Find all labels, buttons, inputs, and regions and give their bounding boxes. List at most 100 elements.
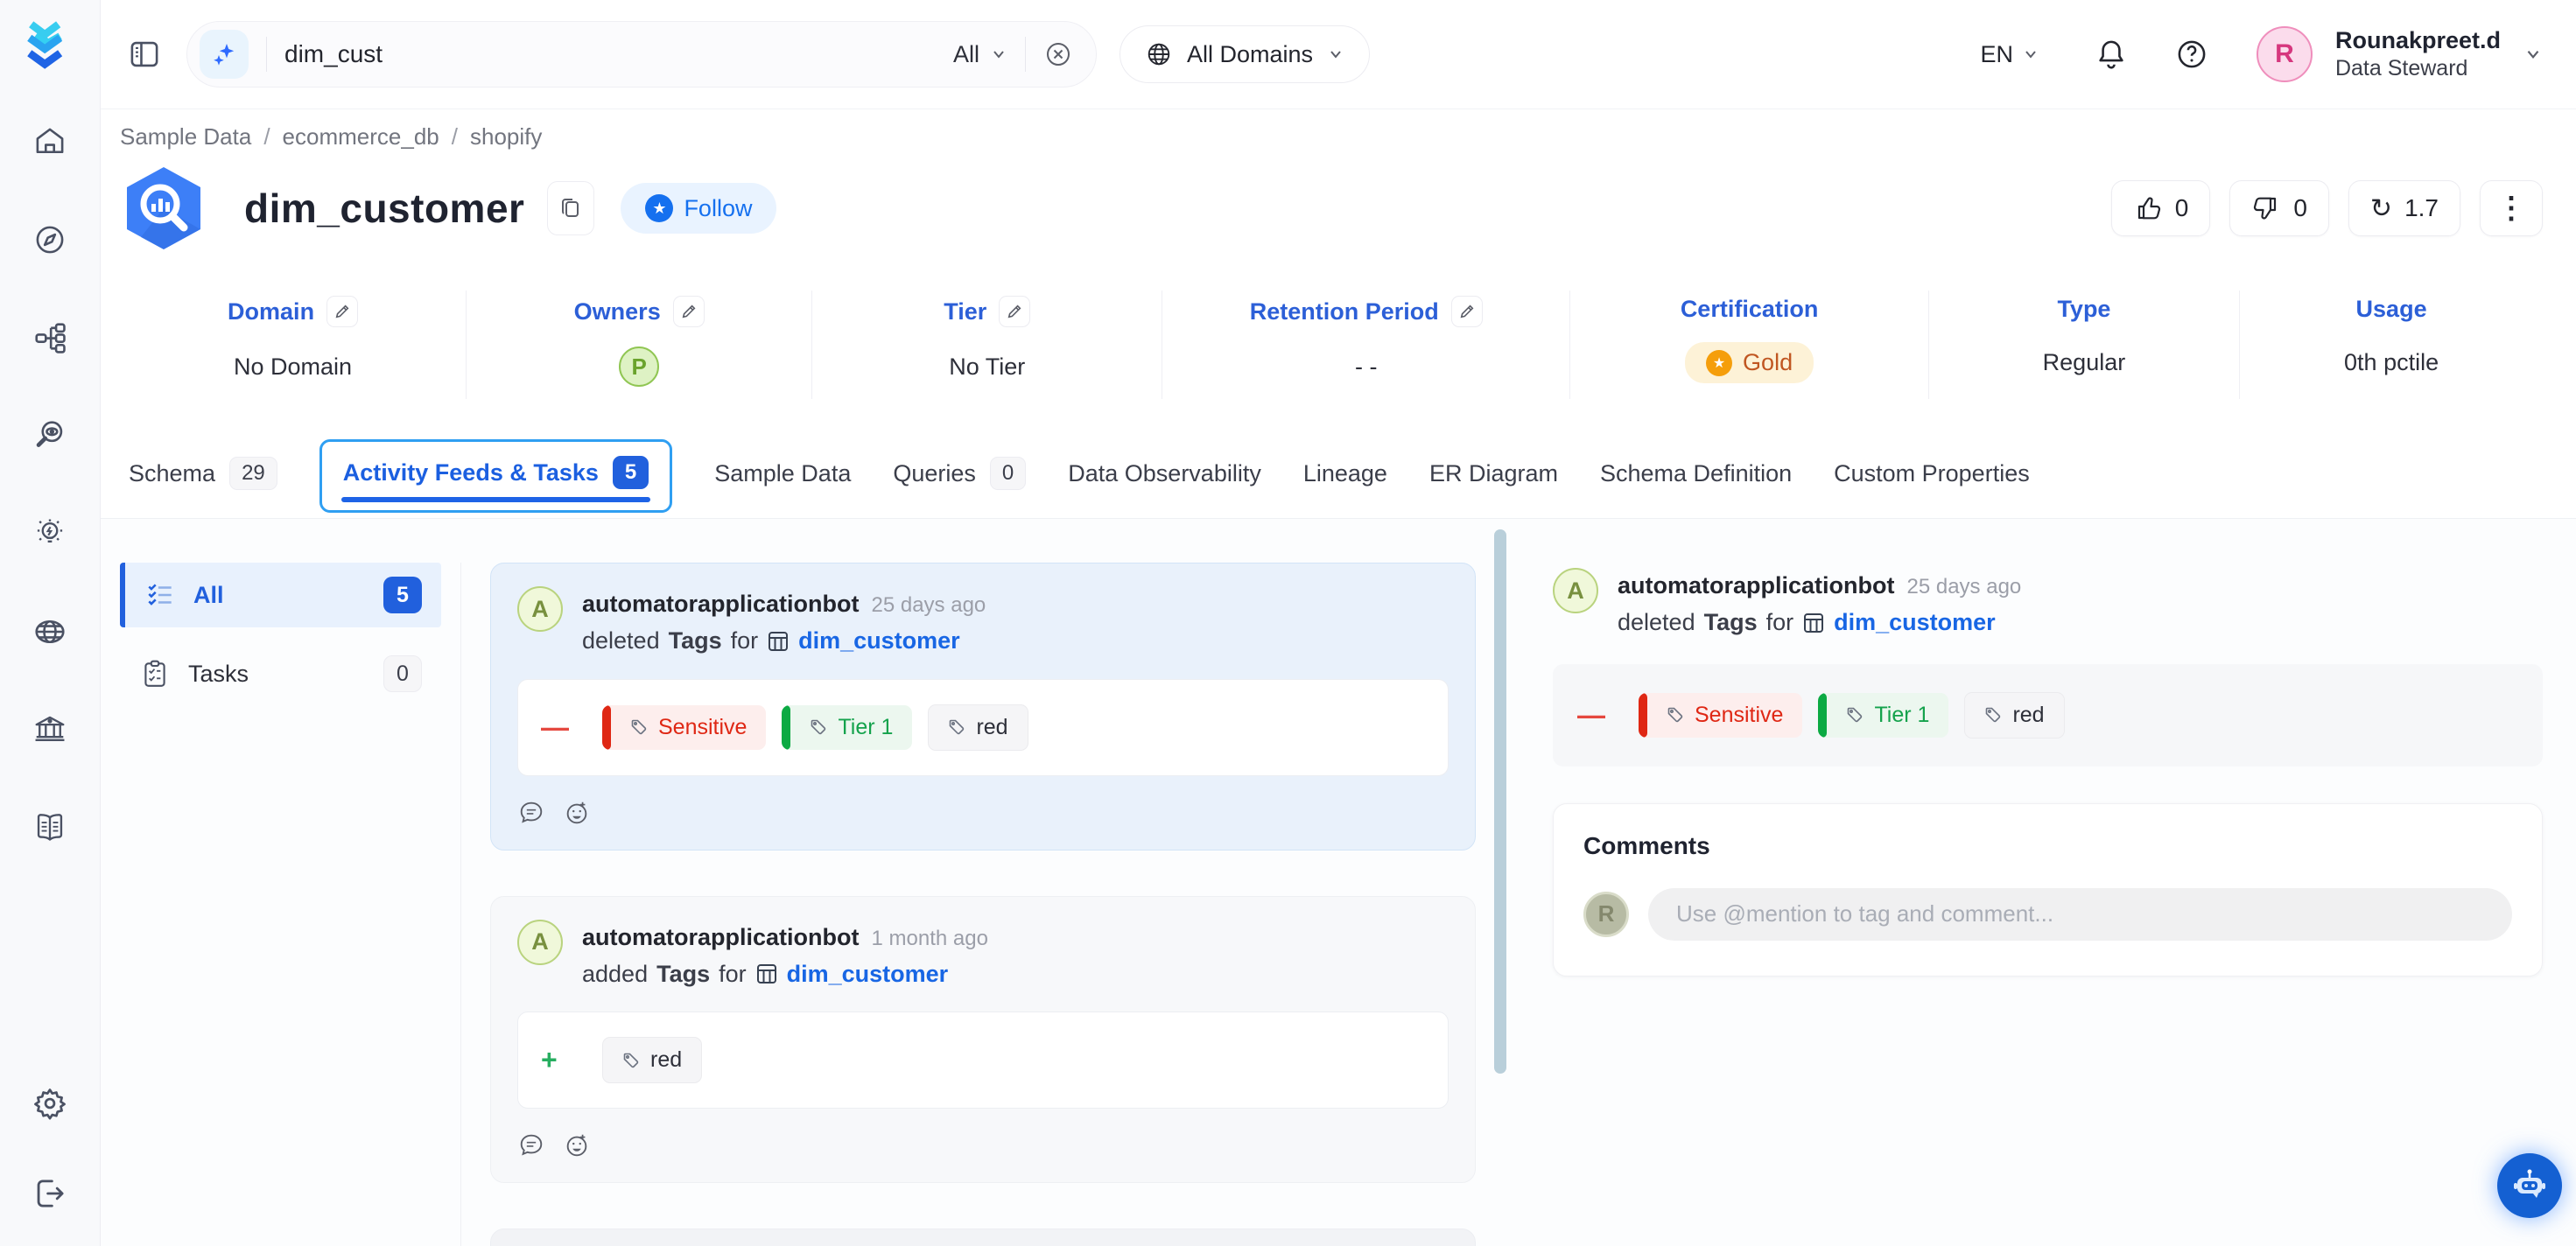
reply-icon[interactable] — [517, 799, 545, 827]
feed-card-added-tags[interactable]: A automatorapplicationbot1 month ago add… — [490, 896, 1476, 1184]
feed-card-deleted-tags[interactable]: A automatorapplicationbot25 days ago del… — [490, 563, 1476, 850]
upvote-button[interactable]: 0 — [2111, 180, 2211, 236]
comment-input[interactable] — [1648, 888, 2512, 941]
chatbot-button[interactable] — [2497, 1153, 2562, 1218]
version-history-icon: ↻ — [2370, 193, 2392, 224]
app-root: All All Domains EN — [0, 0, 2576, 1246]
downvote-button[interactable]: 0 — [2229, 180, 2329, 236]
certification-badge: ★ Gold — [1685, 342, 1814, 383]
logout-icon[interactable] — [32, 1176, 67, 1211]
help-icon[interactable] — [2174, 37, 2209, 72]
glossary-icon[interactable] — [32, 810, 67, 845]
settings-icon[interactable] — [32, 1085, 68, 1122]
feed-scrollbar[interactable] — [1494, 529, 1506, 1074]
add-reaction-icon[interactable] — [563, 799, 591, 827]
tag-chip-tier1[interactable]: Tier 1 — [782, 705, 912, 750]
owner-avatar[interactable]: P — [619, 346, 659, 387]
search-scope-dropdown[interactable]: All — [953, 41, 1007, 68]
filter-all[interactable]: All 5 — [120, 563, 441, 627]
removed-indicator: — — [541, 711, 579, 744]
table-icon — [1802, 612, 1825, 634]
copy-name-icon[interactable] — [547, 181, 594, 235]
clear-search-icon[interactable] — [1043, 39, 1073, 69]
user-info[interactable]: Rounakpreet.d Data Steward — [2335, 26, 2501, 83]
version-button[interactable]: ↻ 1.7 — [2348, 180, 2460, 236]
lineage-icon[interactable] — [32, 320, 67, 355]
tab-activity-feeds[interactable]: Activity Feeds & Tasks5 — [319, 439, 672, 513]
edit-owners-icon[interactable] — [673, 296, 705, 327]
removed-indicator: — — [1577, 699, 1616, 732]
all-domains-dropdown[interactable]: All Domains — [1120, 25, 1370, 83]
page-title: dim_customer — [244, 185, 524, 232]
edit-domain-icon[interactable] — [326, 296, 358, 327]
table-icon — [767, 630, 790, 653]
tab-schema-definition[interactable]: Schema Definition — [1600, 439, 1792, 514]
bigquery-table-icon — [120, 164, 207, 252]
tag-chip-tier1[interactable]: Tier 1 — [1818, 693, 1948, 738]
current-user-avatar: R — [1583, 892, 1629, 937]
feed-list: A automatorapplicationbot25 days ago del… — [490, 563, 1476, 1246]
insights-icon[interactable] — [32, 516, 67, 551]
tag-chip-red[interactable]: red — [602, 1037, 702, 1083]
tab-custom-properties[interactable]: Custom Properties — [1834, 439, 2030, 514]
entity-link[interactable]: dim_customer — [1834, 605, 1996, 641]
home-icon[interactable] — [32, 124, 67, 159]
notifications-bell-icon[interactable] — [2094, 37, 2129, 72]
feed-card-partial[interactable] — [490, 1228, 1476, 1246]
tab-sample-data[interactable]: Sample Data — [714, 439, 851, 514]
bot-avatar: A — [517, 586, 563, 632]
more-options-button[interactable]: ⋮ — [2480, 180, 2543, 236]
chevron-down-icon — [990, 46, 1007, 63]
search-divider — [266, 37, 267, 72]
openmetadata-logo[interactable] — [23, 19, 77, 74]
ai-sparkle-icon[interactable] — [200, 30, 249, 79]
user-name: Rounakpreet.d — [2335, 26, 2501, 56]
thumbs-up-icon — [2133, 193, 2163, 223]
summary-retention: Retention Period - - — [1162, 290, 1570, 399]
detail-tag-change-box: — Sensitive Tier 1 red — [1553, 664, 2543, 766]
breadcrumb-schema[interactable]: shopify — [470, 123, 542, 150]
breadcrumb-service[interactable]: Sample Data — [120, 123, 251, 150]
observability-icon[interactable] — [32, 418, 67, 453]
medal-icon: ★ — [1706, 350, 1732, 376]
domains-icon[interactable] — [32, 614, 67, 649]
tag-chip-sensitive[interactable]: Sensitive — [1639, 693, 1802, 738]
bot-avatar: A — [517, 920, 563, 965]
summary-domain: Domain No Domain — [120, 290, 467, 399]
robot-icon — [2510, 1166, 2549, 1205]
tab-queries[interactable]: Queries0 — [893, 436, 1026, 516]
tag-chip-red[interactable]: red — [928, 704, 1028, 751]
add-reaction-icon[interactable] — [563, 1131, 591, 1159]
tab-schema[interactable]: Schema29 — [129, 436, 277, 516]
governance-icon[interactable] — [32, 712, 67, 747]
bot-avatar: A — [1553, 568, 1598, 613]
tab-data-observability[interactable]: Data Observability — [1068, 439, 1261, 514]
edit-tier-icon[interactable] — [999, 296, 1030, 327]
summary-certification: Certification ★ Gold — [1570, 290, 1928, 399]
sidebar-toggle-icon[interactable] — [125, 35, 164, 74]
edit-retention-icon[interactable] — [1451, 296, 1483, 327]
tag-change-box: — Sensitive Tier 1 red — [517, 679, 1449, 776]
tab-lineage[interactable]: Lineage — [1303, 439, 1387, 514]
search-input[interactable] — [284, 40, 936, 68]
language-dropdown[interactable]: EN — [1980, 41, 2039, 68]
follow-button[interactable]: ★ Follow — [621, 183, 776, 234]
entity-tabs: Schema29 Activity Feeds & Tasks5 Sample … — [101, 434, 2576, 519]
all-count-badge: 5 — [383, 577, 422, 613]
added-indicator: + — [541, 1044, 579, 1076]
tasks-count-badge: 0 — [383, 655, 422, 692]
entity-summary-row: Domain No Domain Owners P Tier — [120, 290, 2543, 399]
global-search-bar[interactable]: All — [186, 21, 1097, 88]
explore-icon[interactable] — [32, 222, 67, 257]
tab-er-diagram[interactable]: ER Diagram — [1429, 439, 1558, 514]
filter-tasks[interactable]: Tasks 0 — [120, 641, 441, 706]
tag-chip-red[interactable]: red — [1964, 692, 2064, 738]
tag-chip-sensitive[interactable]: Sensitive — [602, 705, 766, 750]
user-role: Data Steward — [2335, 55, 2501, 82]
entity-link[interactable]: dim_customer — [787, 956, 949, 993]
activity-feed-content: All 5 Tasks 0 A — [101, 519, 2576, 1246]
reply-icon[interactable] — [517, 1131, 545, 1159]
breadcrumb-database[interactable]: ecommerce_db — [283, 123, 439, 150]
user-avatar[interactable]: R — [2257, 26, 2313, 82]
entity-link[interactable]: dim_customer — [798, 623, 960, 660]
